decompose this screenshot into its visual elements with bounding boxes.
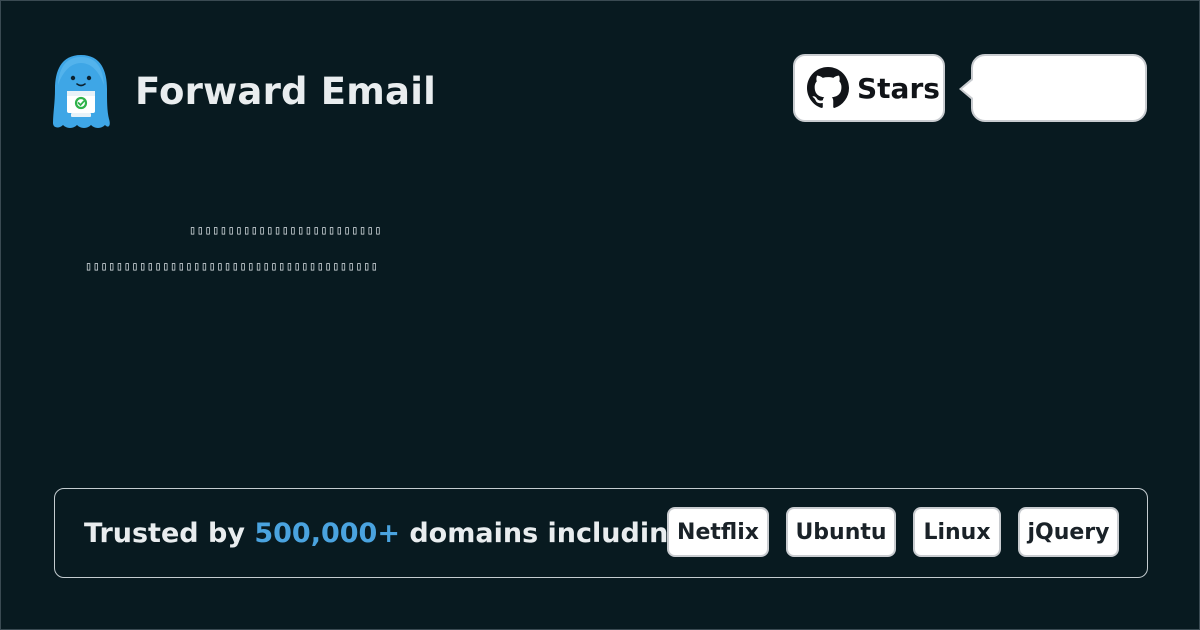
domain-chip-linux[interactable]: Linux [913,507,1001,557]
headline-line-2: ▯▯▯▯▯▯▯▯▯▯▯▯▯▯▯▯▯▯▯▯▯▯▯▯▯▯▯▯▯▯▯▯▯▯▯▯▯▯ [85,259,379,273]
domain-chip-jquery[interactable]: jQuery [1018,507,1119,557]
headline-line-1: ▯▯▯▯▯▯▯▯▯▯▯▯▯▯▯▯▯▯▯▯▯▯▯▯▯ [189,223,383,237]
domain-chip-ubuntu[interactable]: Ubuntu [786,507,896,557]
brand-name: Forward Email [135,69,436,113]
domain-chips: Netflix Ubuntu Linux jQuery [667,507,1119,557]
domain-chip-netflix[interactable]: Netflix [667,507,769,557]
og-card: Forward Email Stars ▯▯▯▯▯▯▯▯▯▯▯▯▯▯▯▯▯▯▯▯… [0,0,1200,630]
github-icon [807,67,849,108]
brand[interactable]: Forward Email [49,51,436,131]
mascot-icon [53,55,110,128]
trusted-prefix: Trusted by [84,517,245,549]
github-stars-label: Stars [857,71,940,105]
domain-count: 500,000+ [254,517,400,549]
trusted-text: Trusted by 500,000+ domains including: [84,518,698,549]
trusted-banner: Trusted by 500,000+ domains including: N… [54,488,1148,578]
trusted-suffix: domains including: [409,517,699,549]
github-stars-button[interactable]: Stars [793,54,945,122]
stars-count-bubble[interactable] [959,54,1147,122]
